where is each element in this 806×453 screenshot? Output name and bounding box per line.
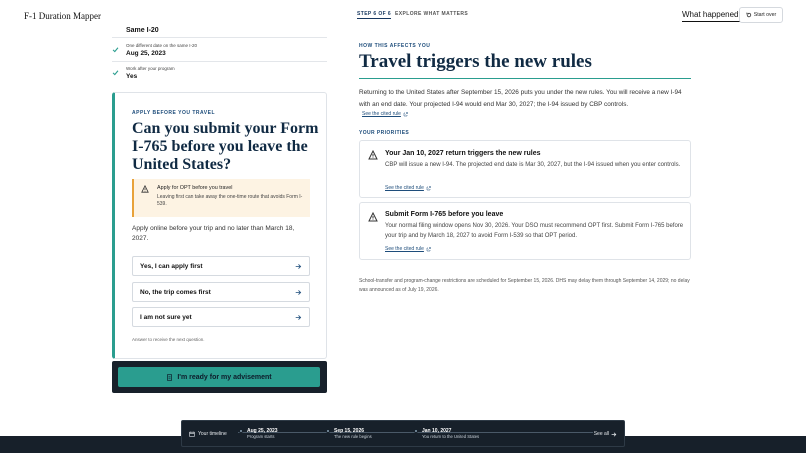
step-count: STEP 6 OF 6: [357, 11, 392, 19]
question-body: Apply online before your trip and no lat…: [132, 225, 295, 242]
previous-answer-value: Same I-20: [126, 27, 159, 34]
cited-rule-link[interactable]: See the cited rule: [385, 185, 431, 191]
check-icon: [112, 47, 119, 53]
answer-value: Aug 25, 2023: [126, 50, 166, 57]
divider: [112, 37, 327, 38]
external-link-icon: [426, 185, 431, 190]
priority-card: Submit Form I-765 before you leave Your …: [359, 202, 691, 260]
warning-icon: [368, 150, 378, 160]
priority-title: Submit Form I-765 before you leave: [385, 211, 504, 218]
arrow-right-icon: [295, 315, 302, 320]
timeline-event-label: The new rule begins: [334, 434, 372, 439]
see-all-link[interactable]: See all: [594, 431, 617, 437]
answer-question: Work after your program: [126, 66, 175, 71]
link-label: See the cited rule: [385, 246, 424, 252]
warning-alert: Apply for OPT before you travel Leaving …: [132, 179, 310, 217]
start-over-button[interactable]: Start over: [739, 7, 783, 23]
calendar-icon: [189, 431, 195, 437]
footnote: School-transfer and program-change restr…: [359, 278, 690, 293]
link-label: See the cited rule: [362, 111, 401, 117]
timeline-label[interactable]: Your timeline: [189, 431, 227, 437]
timeline-dot: [414, 429, 418, 433]
question-kicker: APPLY BEFORE YOU TRAVEL: [132, 110, 215, 116]
timeline-bar: Your timeline Aug 25, 2023 Program start…: [181, 420, 625, 447]
option-no-button[interactable]: No, the trip comes first: [132, 282, 310, 302]
option-yes-button[interactable]: Yes, I can apply first: [132, 256, 310, 276]
answer-value: Yes: [126, 73, 138, 80]
ready-button-bar: I'm ready for my advisement: [112, 361, 327, 393]
timeline-event-label: Program starts: [247, 434, 275, 439]
app-header: F-1 Duration Mapper STEP 6 OF 6 EXPLORE W…: [0, 0, 806, 30]
brand-logo[interactable]: F-1 Duration Mapper: [24, 11, 101, 21]
arrow-right-icon: [295, 290, 302, 295]
cited-rule-link[interactable]: See the cited rule: [385, 246, 431, 252]
step-name: EXPLORE WHAT MATTERS: [395, 11, 469, 17]
cited-rule-link[interactable]: See the cited rule: [362, 111, 408, 117]
see-all-label: See all: [593, 431, 609, 437]
alert-body: Leaving first can take away the one-time…: [157, 194, 303, 207]
arrow-right-icon: [295, 264, 302, 269]
impact-kicker: HOW THIS AFFECTS YOU: [359, 43, 431, 49]
warning-icon: [141, 185, 149, 193]
warning-icon: [368, 212, 378, 222]
ready-button-label: I'm ready for my advisement: [177, 373, 272, 381]
document-icon: [167, 373, 173, 381]
start-over-label: Start over: [753, 12, 777, 18]
option-label: I am not sure yet: [140, 314, 192, 321]
step-indicator: STEP 6 OF 6 EXPLORE WHAT MATTERS: [357, 11, 469, 19]
timeline-dot: [326, 429, 330, 433]
answer-question: One different date on the same I-20: [126, 43, 197, 48]
timeline-dot: [239, 429, 243, 433]
external-link-icon: [403, 111, 408, 116]
question-hint: Answer to receive the next question.: [132, 337, 205, 342]
restart-icon: [746, 12, 751, 18]
option-not-sure-button[interactable]: I am not sure yet: [132, 307, 310, 327]
external-link-icon: [426, 246, 431, 251]
priority-body: Your normal filing window opens Nov 30, …: [385, 223, 684, 239]
divider: [112, 61, 327, 62]
question-title: Can you submit your Form I-765 before yo…: [132, 120, 319, 173]
what-happened-link[interactable]: What happened?: [682, 10, 743, 22]
priority-title: Your Jan 10, 2027 return triggers the ne…: [385, 150, 541, 157]
impact-title: Travel triggers the new rules: [359, 51, 592, 72]
timeline-label-text: Your timeline: [198, 431, 227, 437]
check-icon: [112, 70, 119, 76]
priority-body: CBP will issue a new I-94. The projected…: [385, 162, 681, 168]
divider: [359, 78, 691, 79]
option-label: No, the trip comes first: [140, 289, 211, 296]
priorities-label: YOUR PRIORITIES: [359, 130, 410, 136]
impact-paragraph: Returning to the United States after Sep…: [359, 89, 682, 108]
priority-card: Your Jan 10, 2027 return triggers the ne…: [359, 140, 691, 198]
arrow-right-icon: [611, 431, 617, 437]
ready-for-advisement-button[interactable]: I'm ready for my advisement: [118, 367, 320, 387]
alert-title: Apply for OPT before you travel: [157, 185, 233, 191]
timeline-event-label: You return to the United States: [422, 434, 480, 439]
question-card: APPLY BEFORE YOU TRAVEL Can you submit y…: [112, 92, 327, 359]
option-label: Yes, I can apply first: [140, 263, 203, 270]
link-label: See the cited rule: [385, 185, 424, 191]
